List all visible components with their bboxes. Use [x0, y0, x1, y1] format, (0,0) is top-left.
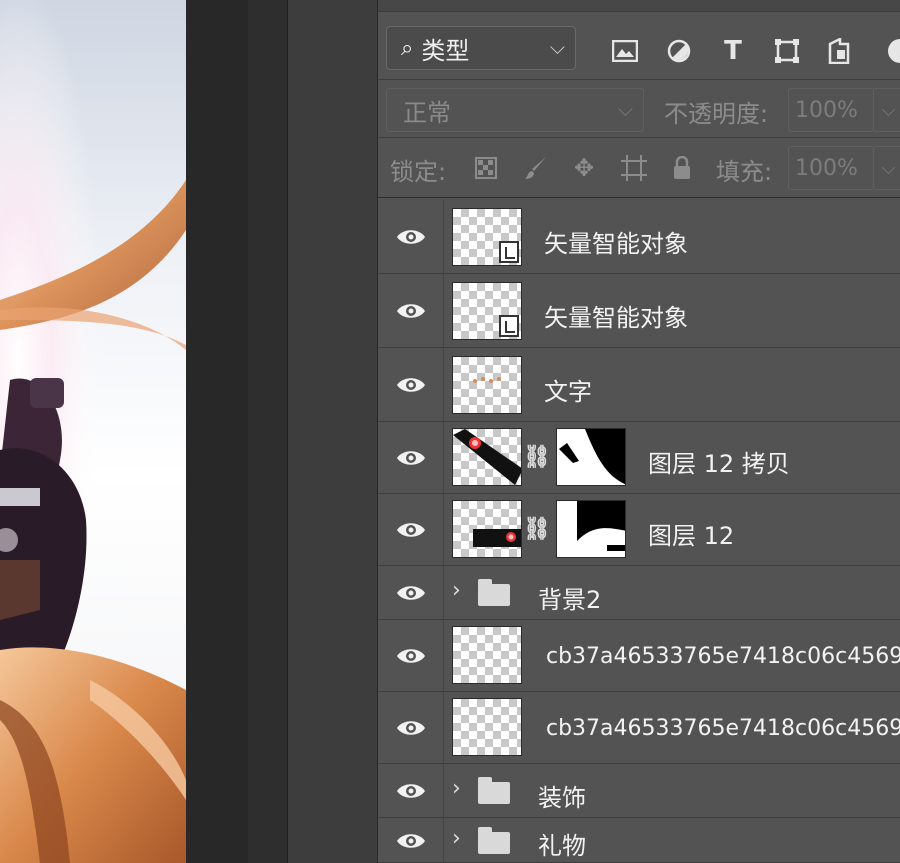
adjustment-filter-icon[interactable] [664, 36, 694, 66]
folder-icon [478, 579, 510, 606]
filter-kind-label: 类型 [421, 36, 470, 65]
filter-kind-dropdown[interactable]: ⌕ 类型 ⌵ [386, 26, 576, 70]
expand-group-chevron-icon[interactable]: › [452, 776, 461, 801]
opacity-slider-toggle[interactable]: ⌵ [874, 88, 900, 132]
layer-thumbnail [452, 428, 522, 486]
lock-options-row: 锁定: ✥ 填充: 100% ⌵ [378, 138, 900, 198]
canvas-artwork [0, 0, 186, 863]
layer-name: 矢量智能对象 [544, 304, 688, 332]
search-icon: ⌕ [401, 35, 414, 61]
layer-name: cb37a46533765e7418c06c4569e [546, 716, 900, 741]
group-row[interactable]: › 礼物 [378, 818, 900, 863]
blend-mode-value: 正常 [403, 98, 451, 127]
fill-label: 填充: [716, 158, 773, 186]
eye-icon[interactable] [396, 302, 426, 320]
group-name: 装饰 [538, 784, 586, 812]
layer-thumbnail [452, 626, 522, 684]
layer-name: cb37a46533765e7418c06c4569e [546, 644, 900, 669]
layer-name: 图层 12 拷贝 [648, 450, 790, 478]
eye-icon[interactable] [396, 832, 426, 850]
opacity-label: 不透明度: [664, 100, 769, 128]
lock-artboard-icon[interactable] [620, 154, 648, 182]
layer-thumbnail [452, 698, 522, 756]
link-icon[interactable]: ⛓ [523, 514, 551, 544]
filter-toggle-icon[interactable] [878, 36, 900, 66]
document-canvas[interactable] [0, 0, 186, 863]
link-icon[interactable]: ⛓ [523, 442, 551, 472]
blend-options-row: 正常 ⌵ 不透明度: 100% ⌵ [378, 80, 900, 138]
layer-thumbnail [452, 282, 522, 340]
fill-input[interactable]: 100% [788, 146, 874, 190]
fill-slider-toggle[interactable]: ⌵ [874, 146, 900, 190]
layer-row[interactable]: ⛓ 图层 12 拷贝 [378, 422, 900, 494]
group-row[interactable]: › 背景2 [378, 566, 900, 620]
layer-name: 图层 12 [648, 522, 735, 550]
eye-icon[interactable] [396, 521, 426, 539]
chevron-down-icon: ⌵ [617, 97, 633, 121]
layer-thumbnail [452, 356, 522, 414]
layer-thumbnail [452, 500, 522, 558]
folder-icon [478, 777, 510, 804]
expand-group-chevron-icon[interactable]: › [452, 578, 461, 603]
group-name: 背景2 [538, 586, 602, 614]
layer-mask-thumbnail[interactable] [556, 428, 626, 486]
eye-icon[interactable] [396, 449, 426, 467]
eye-icon[interactable] [396, 228, 426, 246]
layer-row[interactable]: 文字 [378, 348, 900, 422]
lock-label: 锁定: [390, 158, 447, 186]
group-row[interactable]: › 装饰 [378, 764, 900, 818]
eye-icon[interactable] [396, 719, 426, 737]
lock-image-pixels-icon[interactable] [522, 154, 550, 182]
layer-row[interactable]: cb37a46533765e7418c06c4569e [378, 692, 900, 764]
image-filter-icon[interactable] [610, 36, 640, 66]
lock-transparent-pixels-icon[interactable] [472, 154, 500, 182]
lock-position-icon[interactable]: ✥ [570, 154, 598, 182]
layer-thumbnail [452, 208, 522, 266]
fill-value: 100% [795, 155, 858, 181]
smart-object-filter-icon[interactable] [824, 36, 854, 66]
layer-row[interactable]: 矢量智能对象 [378, 200, 900, 274]
eye-icon[interactable] [396, 647, 426, 665]
layer-row[interactable]: 矢量智能对象 [378, 274, 900, 348]
panel-divider [248, 0, 288, 863]
type-filter-icon[interactable]: T [718, 36, 748, 66]
opacity-input[interactable]: 100% [788, 88, 874, 132]
eye-icon[interactable] [396, 376, 426, 394]
eye-icon[interactable] [396, 782, 426, 800]
layer-name: 矢量智能对象 [544, 230, 688, 258]
layer-name: 文字 [544, 378, 592, 406]
layers-panel: ⌕ 类型 ⌵ T 正常 ⌵ 不透明度: 100% ⌵ 锁定: ✥ 填充: 100… [378, 0, 900, 863]
blend-mode-dropdown[interactable]: 正常 ⌵ [386, 88, 644, 132]
lock-all-icon[interactable] [668, 154, 696, 182]
layer-row[interactable]: cb37a46533765e7418c06c4569e [378, 620, 900, 692]
expand-group-chevron-icon[interactable]: › [452, 826, 461, 851]
panel-dock-strip [288, 0, 378, 863]
layer-mask-thumbnail[interactable] [556, 500, 626, 558]
smart-object-badge-icon [499, 315, 519, 337]
group-name: 礼物 [538, 832, 586, 860]
layer-row[interactable]: ⛓ 图层 12 [378, 494, 900, 566]
layer-filter-row: ⌕ 类型 ⌵ T [378, 14, 900, 80]
panel-header-strip [378, 0, 900, 12]
canvas-pasteboard [186, 0, 248, 863]
chevron-down-icon: ⌵ [549, 35, 565, 59]
shape-filter-icon[interactable] [772, 36, 802, 66]
smart-object-badge-icon [499, 241, 519, 263]
eye-icon[interactable] [396, 584, 426, 602]
opacity-value: 100% [795, 97, 858, 123]
folder-icon [478, 827, 510, 854]
